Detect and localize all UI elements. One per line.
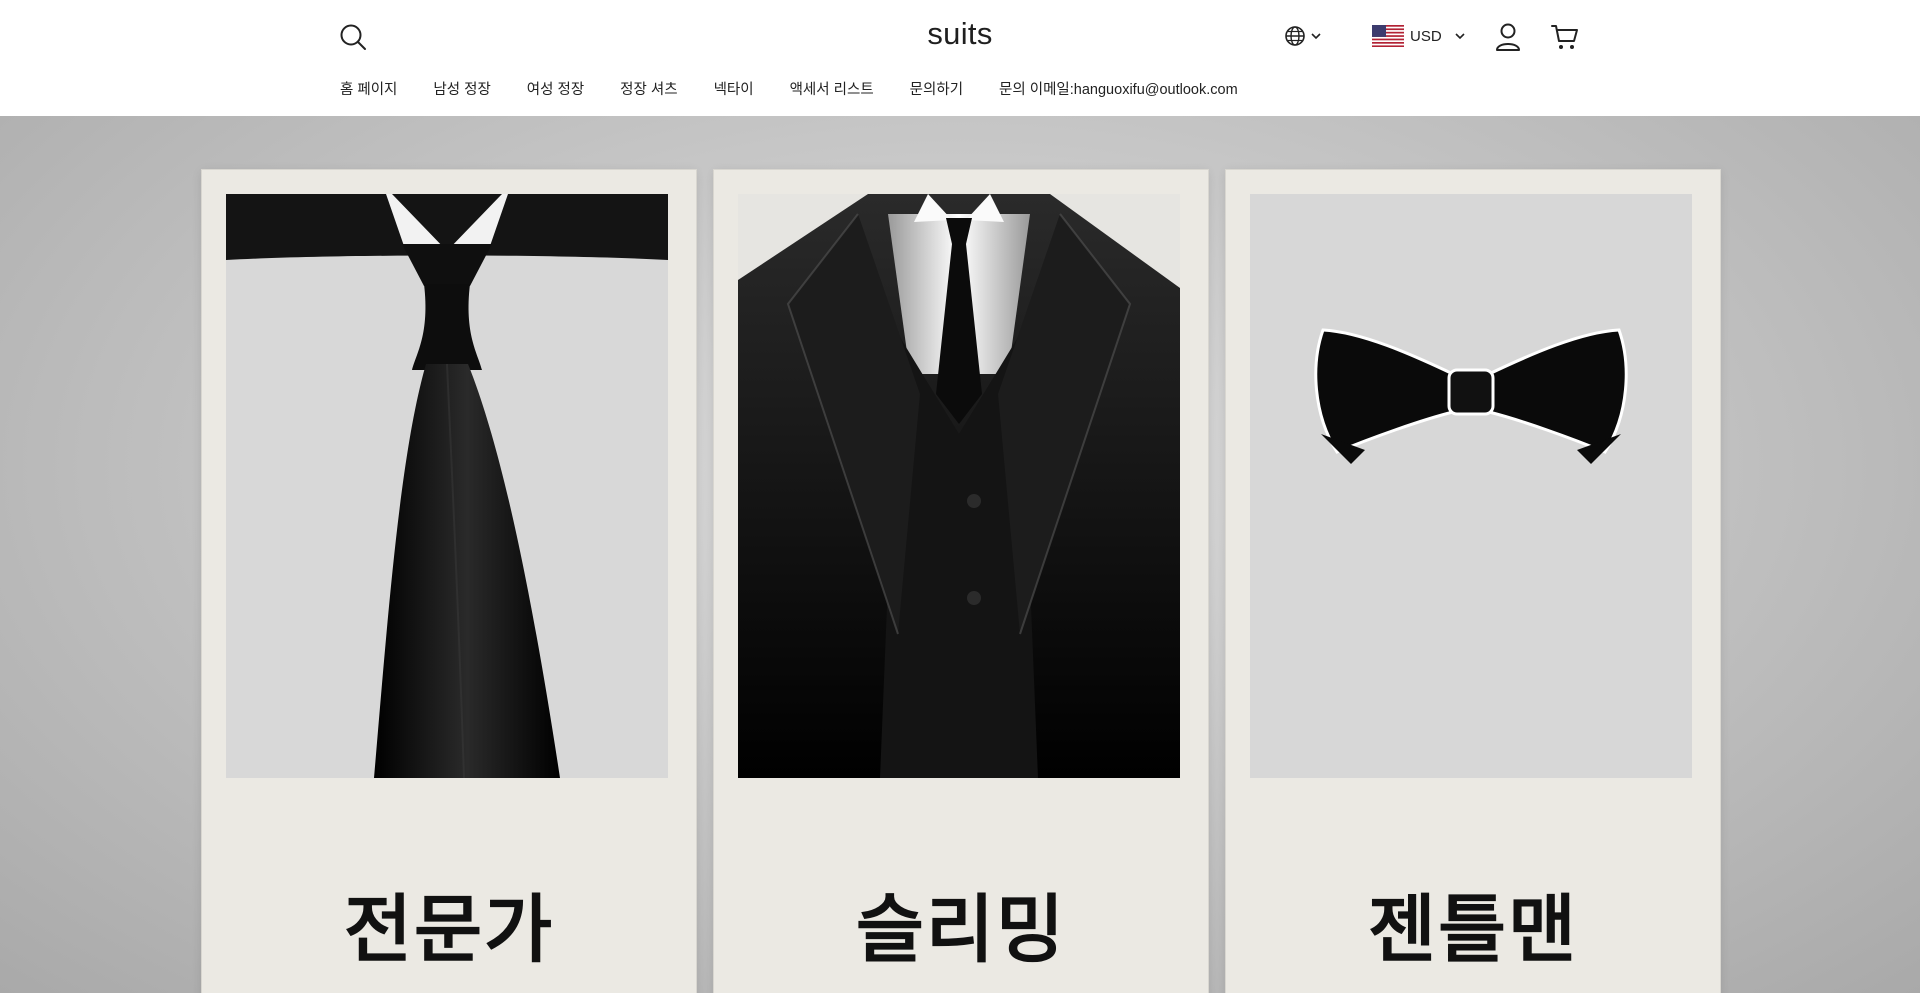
site-header: suits USD 홈 페이지 남성 정장 여성 정장 정장 셔츠 넥타이 액세…: [0, 0, 1920, 116]
product-card-professional[interactable]: 전문가: [202, 170, 696, 993]
cart-icon[interactable]: [1550, 22, 1580, 52]
bowtie-image: [1250, 194, 1692, 778]
card-title: 젠틀맨: [1367, 887, 1579, 973]
nav-item-dress-shirts[interactable]: 정장 셔츠: [620, 78, 677, 98]
nav-item-accessories[interactable]: 액세서 리스트: [790, 78, 874, 98]
search-icon[interactable]: [338, 22, 368, 52]
language-selector[interactable]: [1284, 24, 1328, 48]
currency-label: USD: [1410, 27, 1442, 45]
nav-item-contact-email[interactable]: 문의 이메일:hanguoxifu@outlook.com: [999, 78, 1238, 98]
main-nav: 홈 페이지 남성 정장 여성 정장 정장 셔츠 넥타이 액세서 리스트 문의하기…: [340, 78, 1274, 98]
globe-icon: [1284, 25, 1306, 47]
necktie-image: [226, 194, 668, 778]
card-title: 슬리밍: [855, 887, 1067, 973]
nav-item-womens-suits[interactable]: 여성 정장: [527, 78, 584, 98]
us-flag-icon: [1372, 25, 1404, 47]
product-card-gentleman[interactable]: 젠틀맨: [1226, 170, 1720, 993]
tuxedo-image: [738, 194, 1180, 778]
site-logo[interactable]: suits: [860, 16, 1060, 52]
nav-item-ties[interactable]: 넥타이: [714, 78, 754, 98]
nav-item-contact[interactable]: 문의하기: [910, 78, 963, 98]
hero-banner: 전문가 슬리밍 젠틀맨: [0, 116, 1920, 993]
card-title: 전문가: [343, 887, 555, 973]
product-card-slimming[interactable]: 슬리밍: [714, 170, 1208, 993]
nav-item-mens-suits[interactable]: 남성 정장: [433, 78, 490, 98]
chevron-down-icon: [1310, 30, 1322, 42]
currency-selector[interactable]: USD: [1372, 22, 1466, 50]
nav-item-home[interactable]: 홈 페이지: [340, 78, 397, 98]
chevron-down-icon: [1454, 30, 1466, 42]
account-icon[interactable]: [1494, 22, 1522, 52]
